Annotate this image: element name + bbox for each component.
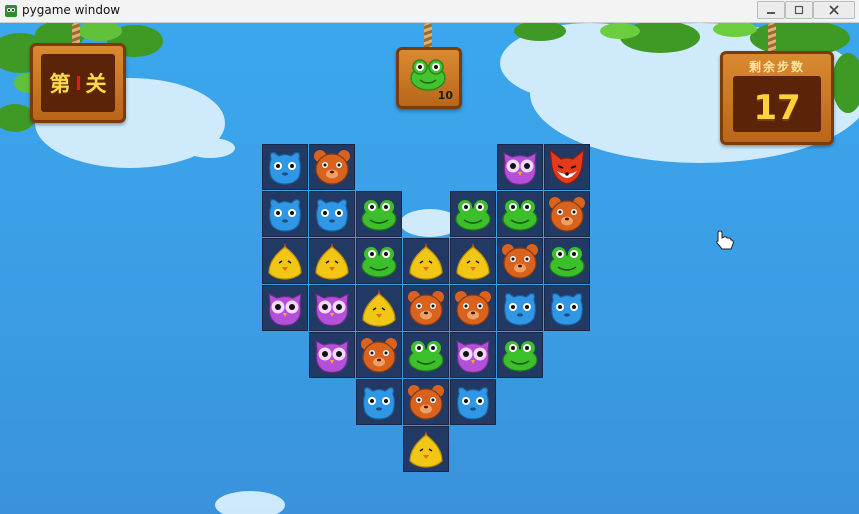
blue-piece-icon	[315, 199, 349, 232]
maximize-icon	[794, 5, 804, 15]
blue-piece-icon	[268, 199, 302, 232]
owl-piece-icon	[315, 339, 349, 374]
board-cell[interactable]	[497, 144, 543, 190]
board-cell[interactable]	[403, 332, 449, 378]
board-cell[interactable]	[544, 285, 590, 331]
level-sign-rope	[72, 23, 80, 45]
blue-piece-icon	[362, 387, 396, 420]
board-cell[interactable]	[356, 238, 402, 284]
goal-sign-rope	[424, 23, 432, 49]
blue-piece-icon	[268, 152, 302, 185]
blue-piece-icon	[456, 387, 490, 420]
board-cell[interactable]	[262, 191, 308, 237]
board-cell[interactable]	[450, 285, 496, 331]
board-cell[interactable]	[497, 285, 543, 331]
bear-piece-icon	[314, 150, 350, 185]
close-button[interactable]	[813, 1, 855, 19]
chick-piece-icon	[456, 243, 490, 280]
bear-piece-icon	[361, 338, 397, 373]
frog-piece-icon	[361, 200, 397, 231]
board-cell[interactable]	[262, 285, 308, 331]
board-cell[interactable]	[544, 191, 590, 237]
level-label-left: 第	[49, 72, 71, 96]
level-label-right: 关	[85, 72, 107, 96]
bear-piece-icon	[408, 385, 444, 420]
frog-piece-icon	[502, 200, 538, 231]
board-cell[interactable]	[356, 191, 402, 237]
board-cell[interactable]	[497, 191, 543, 237]
board-cell[interactable]	[309, 332, 355, 378]
level-indicator: 第 关	[33, 46, 123, 120]
frog-piece-icon	[502, 341, 538, 372]
steps-sign-rope	[768, 23, 776, 53]
level-sign: 第 关	[30, 43, 126, 123]
board-cell[interactable]	[450, 238, 496, 284]
window-title-bar[interactable]: pygame window	[0, 0, 859, 23]
owl-piece-icon	[268, 292, 302, 327]
chick-piece-icon	[409, 243, 443, 280]
minimize-icon	[767, 12, 775, 14]
frog-piece-icon	[408, 341, 444, 372]
board-cell[interactable]	[403, 379, 449, 425]
fox-piece-icon	[549, 148, 585, 185]
pygame-app-icon	[5, 5, 17, 17]
chick-piece-icon	[362, 290, 396, 327]
owl-piece-icon	[503, 151, 537, 186]
level-number-bar	[76, 76, 80, 90]
board-cell[interactable]	[403, 285, 449, 331]
board-cell[interactable]	[309, 238, 355, 284]
frog-piece-icon	[549, 247, 585, 278]
board-cell[interactable]	[450, 191, 496, 237]
chick-piece-icon	[268, 243, 302, 280]
owl-piece-icon	[315, 292, 349, 327]
blue-piece-icon	[550, 293, 584, 326]
board-cell[interactable]	[262, 144, 308, 190]
board-cell[interactable]	[309, 191, 355, 237]
maximize-button[interactable]	[785, 1, 813, 19]
bear-piece-icon	[549, 197, 585, 232]
steps-remaining: 17	[753, 88, 801, 128]
chick-piece-icon	[409, 431, 443, 468]
board-cell[interactable]	[356, 379, 402, 425]
game-scene[interactable]: 第 关 10 剩余步数 17	[0, 23, 859, 514]
chick-piece-icon	[315, 243, 349, 280]
frog-icon	[410, 59, 446, 91]
frog-piece-icon	[455, 200, 491, 231]
bear-piece-icon	[502, 244, 538, 279]
board-cell[interactable]	[309, 144, 355, 190]
board-cell[interactable]	[403, 238, 449, 284]
board-cell[interactable]	[497, 238, 543, 284]
blue-piece-icon	[503, 293, 537, 326]
bear-piece-icon	[408, 291, 444, 326]
board-cell[interactable]	[450, 332, 496, 378]
board-cell[interactable]	[309, 285, 355, 331]
board-cell[interactable]	[450, 379, 496, 425]
bear-piece-icon	[455, 291, 491, 326]
steps-sign: 剩余步数 17	[720, 51, 834, 145]
frog-piece-icon	[361, 247, 397, 278]
goal-sign: 10	[396, 47, 462, 109]
board-cell[interactable]	[544, 144, 590, 190]
board-cell[interactable]	[356, 332, 402, 378]
board-cell[interactable]	[544, 238, 590, 284]
board-cell[interactable]	[497, 332, 543, 378]
minimize-button[interactable]	[757, 1, 785, 19]
close-icon	[829, 5, 839, 15]
steps-label: 剩余步数	[748, 60, 805, 74]
board-cell[interactable]	[262, 238, 308, 284]
board-cell[interactable]	[403, 426, 449, 472]
goal-count: 10	[437, 89, 453, 102]
hand-cursor-icon	[716, 230, 734, 250]
window-title: pygame window	[22, 3, 121, 17]
owl-piece-icon	[456, 339, 490, 374]
board-cell[interactable]	[356, 285, 402, 331]
